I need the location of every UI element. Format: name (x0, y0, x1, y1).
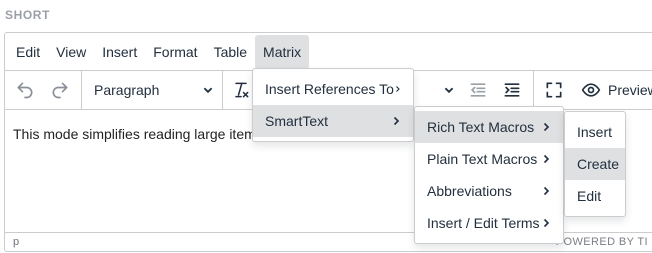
rich-text-macros-menu: Insert Create Edit (564, 111, 626, 217)
block-format-select[interactable]: Paragraph (82, 74, 222, 106)
undo-icon (17, 82, 33, 99)
smarttext-menu: Rich Text Macros Plain Text Macros Abbre… (414, 106, 564, 244)
fullscreen-button[interactable] (534, 74, 574, 106)
chevron-right-icon (543, 122, 550, 132)
redo-button[interactable] (43, 74, 77, 106)
chevron-down-icon (444, 87, 454, 94)
menu-item-abbreviations[interactable]: Abbreviations (415, 175, 563, 207)
indent-icon (504, 83, 520, 97)
more-chevron-button[interactable] (437, 74, 461, 106)
menu-item-label: Insert References To (265, 81, 394, 97)
menu-format[interactable]: Format (145, 35, 205, 69)
menubar: Edit View Insert Format Table Matrix (5, 33, 652, 70)
menu-item-label: Insert / Edit Terms (427, 215, 540, 231)
menu-item-label: Rich Text Macros (427, 119, 535, 135)
block-format-value: Paragraph (94, 82, 160, 98)
preview-label: Preview (608, 82, 652, 98)
menu-item-edit[interactable]: Edit (565, 180, 625, 212)
chevron-down-icon (203, 87, 213, 94)
preview-button[interactable]: Preview (574, 74, 652, 106)
field-label: SHORT (5, 8, 50, 22)
menu-insert[interactable]: Insert (94, 35, 145, 69)
outdent-button[interactable] (461, 74, 495, 106)
chevron-right-icon (393, 116, 400, 126)
clear-formatting-icon (235, 82, 249, 98)
chevron-right-icon (543, 154, 550, 164)
menu-item-create[interactable]: Create (565, 148, 625, 180)
undo-button[interactable] (7, 74, 43, 106)
outdent-icon (470, 83, 486, 97)
indent-button[interactable] (495, 74, 529, 106)
redo-icon (52, 82, 68, 99)
menu-item-rich-text-macros[interactable]: Rich Text Macros (415, 111, 563, 143)
matrix-menu: Insert References To SmartText (252, 68, 414, 142)
menu-item-insert[interactable]: Insert (565, 116, 625, 148)
menu-table[interactable]: Table (206, 35, 255, 69)
menu-item-label: SmartText (265, 113, 329, 129)
menu-edit[interactable]: Edit (8, 35, 48, 69)
element-path[interactable]: p (13, 236, 19, 248)
menu-item-plain-text-macros[interactable]: Plain Text Macros (415, 143, 563, 175)
menu-item-insert-references-to[interactable]: Insert References To (253, 73, 413, 105)
menu-view[interactable]: View (48, 35, 94, 69)
chevron-right-icon (395, 86, 400, 92)
fullscreen-icon (546, 82, 562, 98)
chevron-right-icon (543, 186, 550, 196)
menu-item-insert-edit-terms[interactable]: Insert / Edit Terms (415, 207, 563, 239)
menu-item-smarttext[interactable]: SmartText (253, 105, 413, 137)
eye-icon (581, 83, 601, 97)
editor-content[interactable]: This mode simplifies reading large item (13, 126, 256, 142)
menu-item-label: Abbreviations (427, 183, 512, 199)
menu-matrix[interactable]: Matrix (255, 34, 310, 69)
menu-item-label: Plain Text Macros (427, 151, 538, 167)
powered-by-link[interactable]: POWERED BY TI (556, 236, 648, 248)
chevron-right-icon (543, 218, 550, 228)
